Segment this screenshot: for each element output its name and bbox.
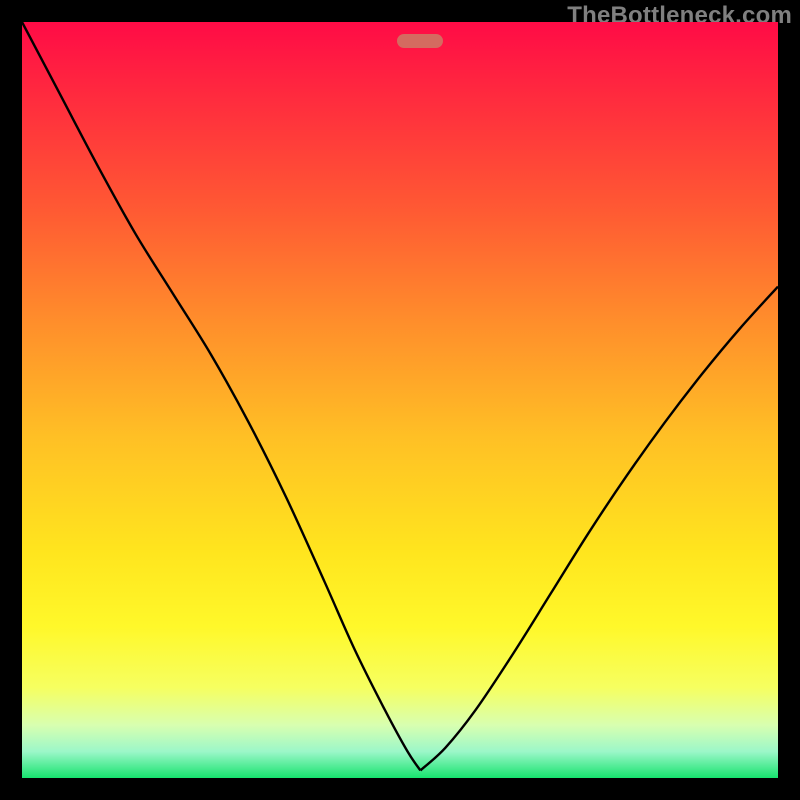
gradient-background xyxy=(22,22,778,778)
bottleneck-plot xyxy=(22,22,778,778)
low-point-marker xyxy=(397,34,443,48)
chart-frame: TheBottleneck.com xyxy=(0,0,800,800)
